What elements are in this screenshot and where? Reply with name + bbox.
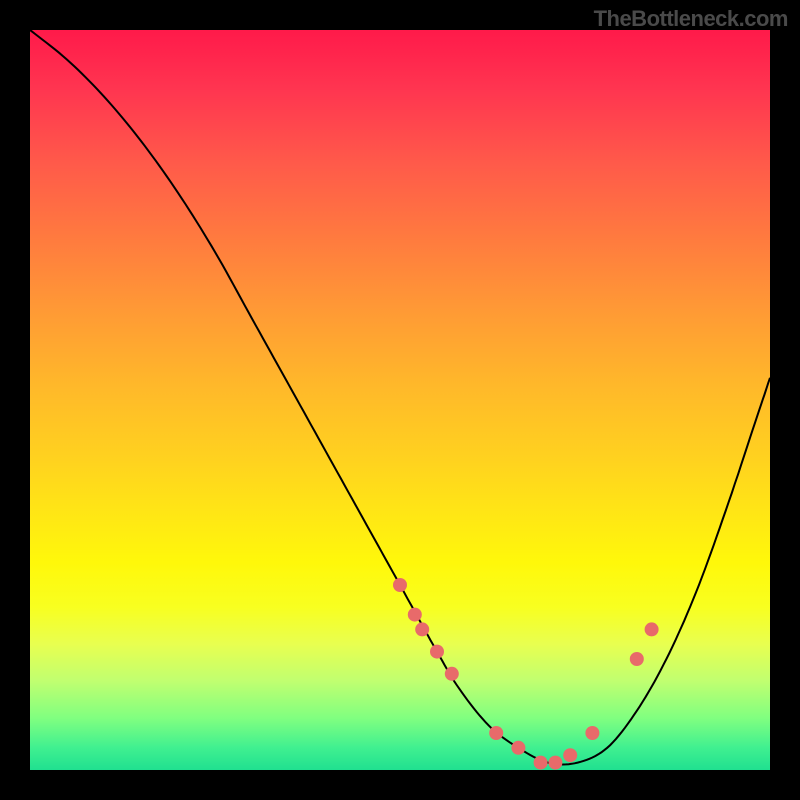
data-markers — [393, 578, 659, 770]
chart-svg — [30, 30, 770, 770]
data-marker — [548, 756, 562, 770]
data-marker — [445, 667, 459, 681]
data-marker — [630, 652, 644, 666]
data-marker — [511, 741, 525, 755]
data-marker — [415, 622, 429, 636]
plot-area — [30, 30, 770, 770]
watermark-text: TheBottleneck.com — [594, 6, 788, 32]
data-marker — [430, 645, 444, 659]
data-marker — [393, 578, 407, 592]
data-marker — [489, 726, 503, 740]
data-marker — [563, 748, 577, 762]
bottleneck-curve — [30, 30, 770, 765]
data-marker — [534, 756, 548, 770]
data-marker — [645, 622, 659, 636]
data-marker — [408, 608, 422, 622]
data-marker — [585, 726, 599, 740]
